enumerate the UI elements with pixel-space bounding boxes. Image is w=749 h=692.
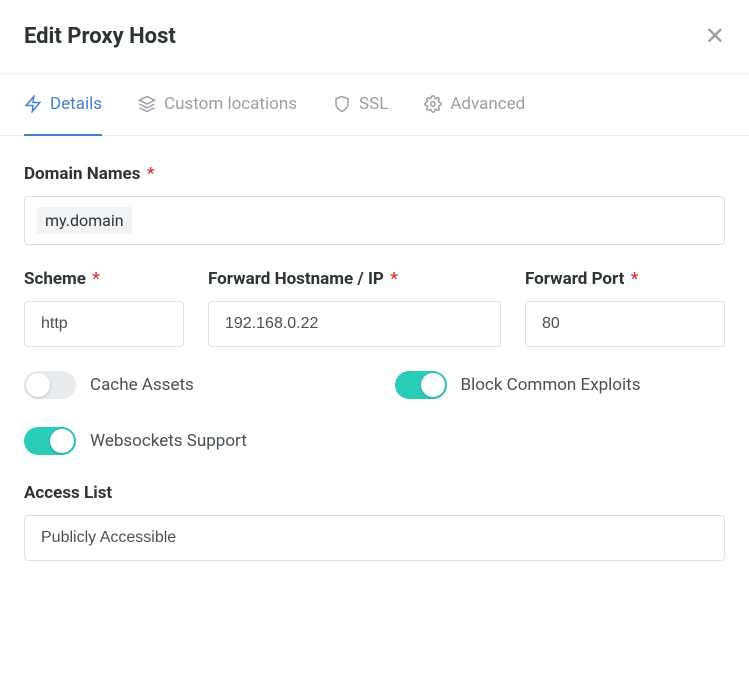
forward-port-label: Forward Port * bbox=[525, 269, 725, 289]
block-exploits-label: Block Common Exploits bbox=[461, 375, 641, 395]
toggle-knob bbox=[26, 373, 50, 397]
forward-hostname-label: Forward Hostname / IP * bbox=[208, 269, 501, 289]
forward-port-input[interactable] bbox=[525, 301, 725, 347]
access-list-group: Access List bbox=[24, 483, 725, 561]
tab-details[interactable]: Details bbox=[24, 74, 102, 136]
close-icon: ✕ bbox=[705, 23, 725, 50]
toggle-knob bbox=[421, 373, 445, 397]
forward-port-group: Forward Port * bbox=[525, 269, 725, 347]
toggle-knob bbox=[50, 429, 74, 453]
scheme-select[interactable] bbox=[24, 301, 184, 347]
domain-names-group: Domain Names * my.domain bbox=[24, 164, 725, 245]
required-asterisk: * bbox=[631, 269, 639, 289]
block-exploits-toggle[interactable] bbox=[395, 371, 447, 399]
shield-icon bbox=[333, 95, 351, 113]
cache-assets-label: Cache Assets bbox=[90, 375, 194, 395]
tab-ssl-label: SSL bbox=[359, 94, 388, 114]
required-asterisk: * bbox=[147, 164, 155, 184]
scheme-label: Scheme * bbox=[24, 269, 184, 289]
access-list-select[interactable] bbox=[24, 515, 725, 561]
tab-custom-locations-label: Custom locations bbox=[164, 94, 297, 114]
required-asterisk: * bbox=[92, 269, 100, 289]
access-list-label: Access List bbox=[24, 483, 725, 503]
gear-icon bbox=[424, 95, 442, 113]
scheme-group: Scheme * bbox=[24, 269, 184, 347]
forward-row: Scheme * Forward Hostname / IP * Forward… bbox=[24, 269, 725, 347]
websockets-toggle[interactable] bbox=[24, 427, 76, 455]
tab-ssl[interactable]: SSL bbox=[333, 74, 388, 136]
toggle-row-2: Websockets Support bbox=[24, 427, 725, 455]
websockets-label: Websockets Support bbox=[90, 431, 247, 451]
modal-title: Edit Proxy Host bbox=[24, 24, 176, 49]
toggle-row-1: Cache Assets Block Common Exploits bbox=[24, 371, 725, 399]
domain-names-input[interactable]: my.domain bbox=[24, 196, 725, 245]
tab-advanced-label: Advanced bbox=[450, 94, 525, 114]
required-asterisk: * bbox=[390, 269, 398, 289]
tab-details-label: Details bbox=[50, 94, 102, 114]
modal-header: Edit Proxy Host ✕ bbox=[0, 0, 749, 74]
lightning-icon bbox=[24, 95, 42, 113]
cache-assets-toggle-item: Cache Assets bbox=[24, 371, 355, 399]
forward-hostname-input[interactable] bbox=[208, 301, 501, 347]
forward-port-label-text: Forward Port bbox=[525, 269, 624, 289]
scheme-label-text: Scheme bbox=[24, 269, 86, 289]
cache-assets-toggle[interactable] bbox=[24, 371, 76, 399]
forward-hostname-group: Forward Hostname / IP * bbox=[208, 269, 501, 347]
forward-hostname-label-text: Forward Hostname / IP bbox=[208, 269, 384, 289]
layers-icon bbox=[138, 95, 156, 113]
websockets-toggle-item: Websockets Support bbox=[24, 427, 725, 455]
block-exploits-toggle-item: Block Common Exploits bbox=[395, 371, 726, 399]
tabs: Details Custom locations SSL Advanced bbox=[0, 74, 749, 136]
domain-tag[interactable]: my.domain bbox=[37, 207, 132, 234]
form-body: Domain Names * my.domain Scheme * Forwar… bbox=[0, 136, 749, 613]
domain-names-label-text: Domain Names bbox=[24, 164, 140, 184]
domain-names-label: Domain Names * bbox=[24, 164, 725, 184]
tab-advanced[interactable]: Advanced bbox=[424, 74, 525, 136]
close-button[interactable]: ✕ bbox=[705, 25, 725, 49]
tab-custom-locations[interactable]: Custom locations bbox=[138, 74, 297, 136]
